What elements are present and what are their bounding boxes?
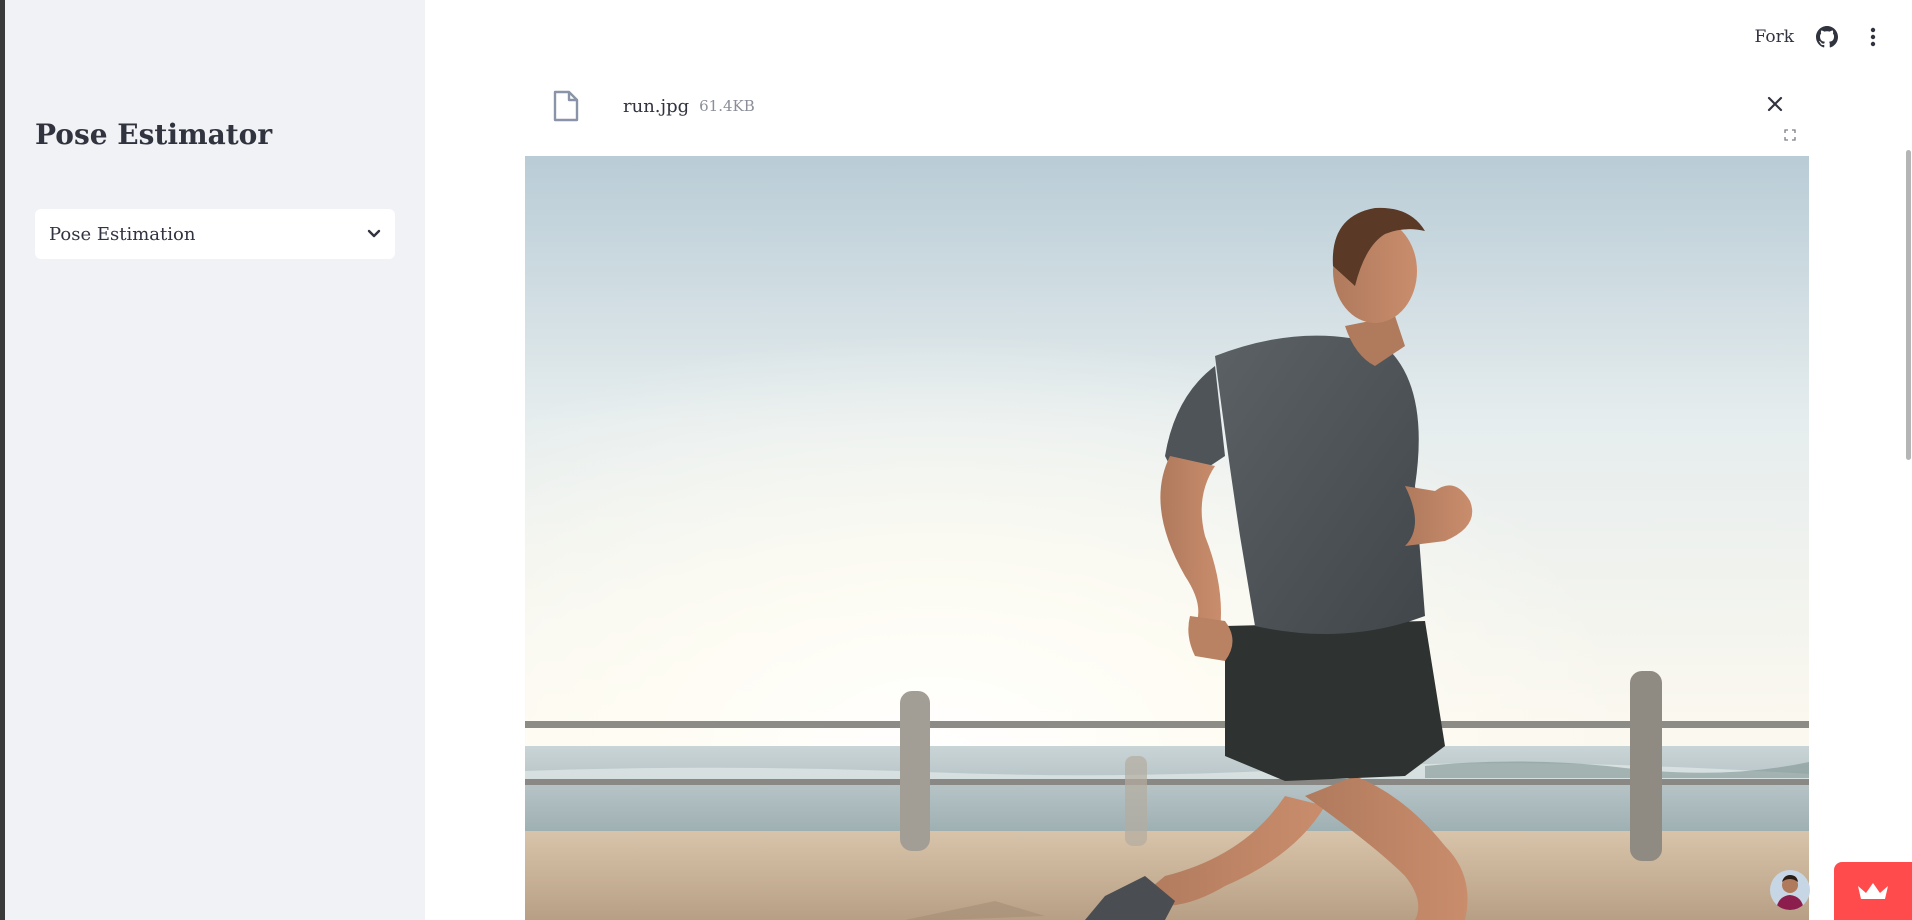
crown-icon[interactable]	[1834, 862, 1912, 920]
avatar[interactable]	[1770, 870, 1810, 910]
mode-select[interactable]: Pose Estimation	[35, 209, 395, 259]
fullscreen-icon[interactable]	[1778, 124, 1802, 146]
uploaded-image	[525, 156, 1809, 920]
file-icon	[551, 88, 581, 124]
file-size: 61.4KB	[699, 97, 755, 115]
file-name: run.jpg	[623, 95, 690, 117]
mode-select-value: Pose Estimation	[49, 223, 196, 245]
github-icon[interactable]	[1814, 24, 1840, 50]
close-icon[interactable]	[1763, 92, 1787, 116]
sidebar: Pose Estimator Pose Estimation	[5, 0, 425, 920]
main-content: Fork run.jpg 61.4KB	[425, 0, 1912, 920]
uploaded-file-row: run.jpg 61.4KB	[551, 88, 755, 124]
top-toolbar: Fork	[1754, 24, 1886, 50]
kebab-menu-icon[interactable]	[1860, 24, 1886, 50]
scrollbar[interactable]	[1906, 150, 1911, 460]
chevron-down-icon	[367, 227, 381, 241]
fork-button[interactable]: Fork	[1754, 27, 1794, 47]
app-title: Pose Estimator	[35, 118, 273, 151]
